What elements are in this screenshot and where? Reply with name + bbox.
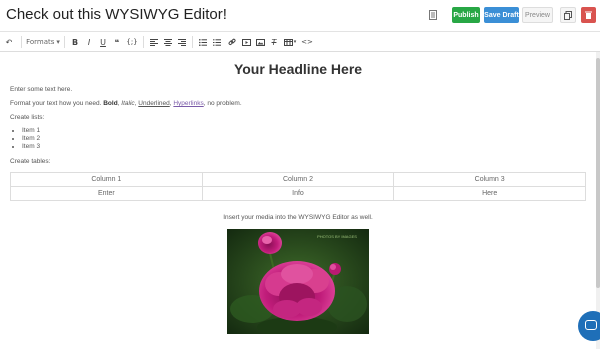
- intro-text: Enter some text here.: [10, 86, 73, 93]
- format-prefix: Format your text how you need.: [10, 100, 102, 107]
- format-suffix: no problem.: [207, 100, 242, 107]
- align-center-icon: [164, 38, 172, 46]
- save-draft-button[interactable]: Save Draft: [484, 7, 519, 23]
- bullet-list-button[interactable]: [196, 34, 210, 51]
- document-icon[interactable]: [427, 7, 439, 23]
- table-cell[interactable]: Here: [393, 186, 586, 201]
- table-cell[interactable]: Info: [201, 186, 395, 201]
- table-button[interactable]: ▾: [281, 34, 299, 51]
- hyperlinks-link[interactable]: Hyperlinks: [173, 100, 203, 107]
- clear-formatting-icon: T: [271, 37, 277, 47]
- clear-formatting-button[interactable]: T: [267, 34, 281, 51]
- list-item: Item 1: [22, 127, 40, 135]
- image-icon: [255, 38, 265, 46]
- format-text: Format your text how you need. Bold, Ita…: [10, 100, 242, 107]
- page-title: Check out this WYSIWYG Editor!: [6, 6, 227, 23]
- table-cell[interactable]: Enter: [10, 186, 203, 201]
- trash-icon: [585, 11, 592, 19]
- italic-button[interactable]: I: [82, 34, 96, 51]
- bullet-list-icon: [199, 38, 207, 46]
- source-code-button[interactable]: <>: [299, 34, 315, 51]
- chevron-down-icon: ▾: [56, 38, 60, 46]
- align-left-button[interactable]: [147, 34, 161, 51]
- align-right-icon: [178, 38, 186, 46]
- undo-icon[interactable]: ↶: [0, 34, 18, 51]
- item-list: Item 1 Item 2 Item 3: [22, 127, 40, 151]
- format-italic: Italic: [121, 100, 135, 107]
- chat-icon: [585, 320, 597, 330]
- content-table: Column 1 Column 2 Column 3 Enter Info He…: [10, 172, 586, 201]
- copy-button[interactable]: [560, 7, 576, 23]
- list-item: Item 2: [22, 135, 40, 143]
- link-icon: [228, 38, 236, 46]
- quote-button[interactable]: ❝: [110, 34, 124, 51]
- code-button[interactable]: {;}: [124, 34, 140, 51]
- format-bold: Bold: [103, 100, 118, 107]
- table-row: Enter Info Here: [10, 186, 586, 201]
- align-center-button[interactable]: [161, 34, 175, 51]
- align-left-icon: [150, 38, 158, 46]
- embed-button[interactable]: [239, 34, 253, 51]
- separator: [21, 36, 22, 48]
- table-cell[interactable]: Column 2: [201, 172, 395, 187]
- chevron-down-icon: ▾: [293, 39, 297, 45]
- publish-button[interactable]: Publish: [452, 7, 480, 23]
- list-item: Item 3: [22, 143, 40, 151]
- formats-label: Formats: [26, 38, 55, 46]
- formats-dropdown[interactable]: Formats ▾: [25, 34, 61, 51]
- numbered-list-button[interactable]: [210, 34, 224, 51]
- embed-icon: [241, 38, 251, 46]
- align-right-button[interactable]: [175, 34, 189, 51]
- bold-button[interactable]: B: [68, 34, 82, 51]
- photo-watermark: PHOTOS BY IMAGES: [317, 234, 357, 239]
- table-cell[interactable]: Column 3: [393, 172, 586, 187]
- table-icon: [283, 38, 293, 46]
- table-cell[interactable]: Column 1: [10, 172, 203, 187]
- editor-toolbar: ↶ Formats ▾ B I U ❝ {;} T ▾ <>: [0, 33, 600, 52]
- top-bar: Check out this WYSIWYG Editor! Publish S…: [0, 0, 600, 32]
- table-row: Column 1 Column 2 Column 3: [10, 172, 586, 187]
- separator: [143, 36, 144, 48]
- code-icon: <>: [301, 38, 313, 46]
- link-button[interactable]: [224, 34, 239, 51]
- scrollbar-thumb[interactable]: [596, 58, 600, 288]
- underline-button[interactable]: U: [96, 34, 110, 51]
- delete-button[interactable]: [581, 7, 596, 23]
- peony-photo[interactable]: PHOTOS BY IMAGES: [227, 229, 369, 334]
- format-underlined: Underlined: [138, 100, 170, 107]
- separator: [64, 36, 65, 48]
- copy-icon: [564, 10, 572, 20]
- lists-label: Create lists:: [10, 114, 45, 121]
- preview-button[interactable]: Preview: [522, 7, 553, 23]
- headline: Your Headline Here: [233, 61, 363, 77]
- numbered-list-icon: [213, 38, 221, 46]
- tables-label: Create tables:: [10, 158, 51, 165]
- media-text: Insert your media into the WYSIWYG Edito…: [223, 214, 373, 221]
- separator: [192, 36, 193, 48]
- image-button[interactable]: [253, 34, 267, 51]
